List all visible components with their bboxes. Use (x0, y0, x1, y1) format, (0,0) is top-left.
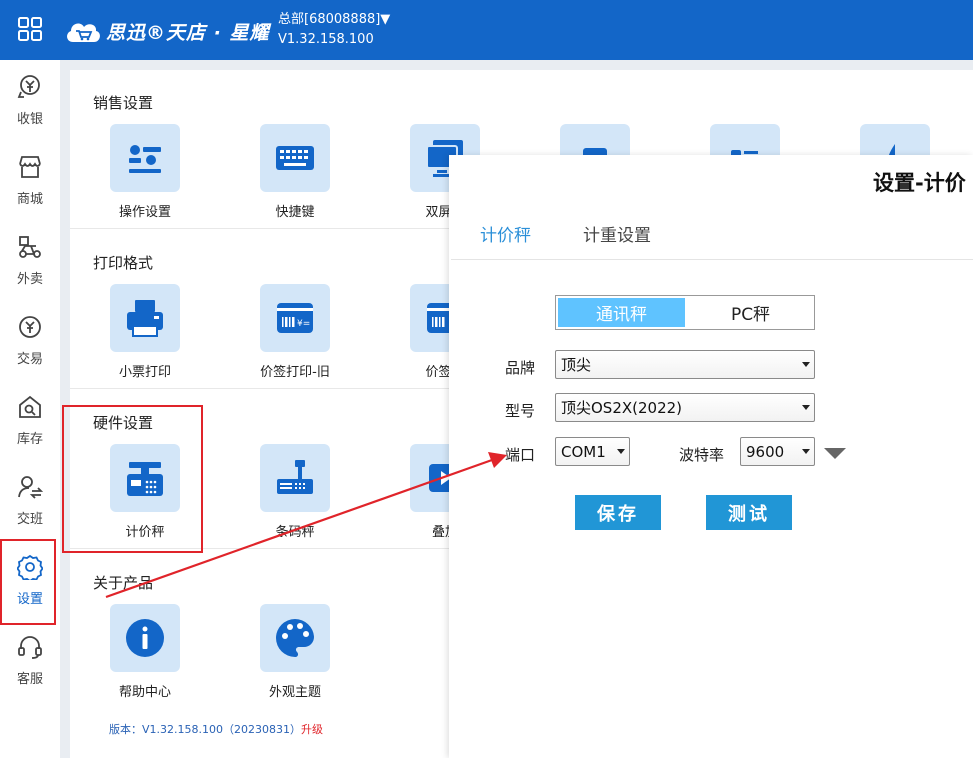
dialog-title: 设置-计价 (873, 171, 966, 195)
sidebar-item-service[interactable]: 客服 (0, 620, 60, 700)
version-text: 版本：V1.32.158.100（20230831） (109, 723, 301, 736)
chevron-down-icon (802, 362, 810, 367)
tile-receipt-print[interactable]: 小票打印 (70, 284, 220, 384)
sidebar-item-inventory[interactable]: 库存 (0, 380, 60, 460)
sidebar-label: 商城 (16, 191, 43, 207)
baud-value: 9600 (746, 442, 785, 461)
port-value: COM1 (561, 442, 606, 461)
sidebar-label: 客服 (16, 671, 43, 687)
test-button[interactable]: 测试 (706, 495, 792, 530)
sidebar-label: 外卖 (16, 271, 43, 287)
tile-appearance-theme[interactable]: 外观主题 (220, 604, 370, 704)
tile-label-print-old[interactable]: ¥= 价签打印-旧 (220, 284, 370, 384)
tab-weighing-settings[interactable]: 计重设置 (583, 221, 651, 246)
sidebar-label: 交易 (16, 351, 43, 367)
version-footer: 版本：V1.32.158.100（20230831）升级 (109, 721, 323, 737)
sidebar-item-transaction[interactable]: 交易 (0, 300, 60, 380)
brand-name: 思迅®天店 · 星耀 (106, 21, 270, 44)
shop-icon (19, 155, 41, 178)
store-selector[interactable]: 总部[68008888]▼ (278, 10, 390, 30)
sidebar: 收银 商城 外卖 交易 库存 交班 设置 客服 (0, 60, 60, 758)
svg-text:¥=: ¥= (297, 319, 310, 329)
section-title-sales: 销售设置 (93, 94, 154, 112)
section-title-about: 关于产品 (93, 574, 154, 592)
keyboard-icon (276, 146, 314, 170)
sidebar-item-shop[interactable]: 商城 (0, 140, 60, 220)
printer-icon (127, 300, 163, 337)
tile-label: 价签打印-旧 (260, 365, 330, 380)
model-value: 顶尖OS2X(2022) (561, 399, 683, 417)
store-info[interactable]: 总部[68008888]▼ V1.32.158.100 (278, 10, 390, 50)
section-title-print: 打印格式 (93, 254, 154, 272)
inventory-icon (19, 395, 41, 418)
cloud-cart-icon (67, 23, 100, 42)
palette-icon (276, 619, 314, 657)
info-icon (126, 619, 164, 657)
sidebar-label: 收银 (16, 111, 43, 127)
highlight-box-settings (0, 539, 56, 625)
cashier-icon (17, 74, 40, 98)
tile-label: 条码秤 (275, 525, 315, 540)
dialog-tabs: 计价秤 计重设置 (449, 215, 973, 259)
sidebar-label: 交班 (16, 511, 43, 527)
upgrade-link[interactable]: 升级 (301, 723, 323, 736)
tile-operation-settings[interactable]: 操作设置 (70, 124, 220, 224)
barcode-scale-icon (277, 460, 313, 494)
sidebar-label: 库存 (16, 431, 43, 447)
baud-select[interactable]: 9600 (740, 437, 815, 466)
comm-scale-option[interactable]: 通讯秤 (558, 298, 685, 327)
top-header: 思迅®天店 · 星耀 总部[68008888]▼ V1.32.158.100 (0, 0, 973, 60)
tile-help-center[interactable]: 帮助中心 (70, 604, 220, 704)
transaction-icon (19, 315, 41, 338)
port-label: 端口 (505, 446, 536, 464)
app-version: V1.32.158.100 (278, 32, 374, 47)
headset-icon (18, 635, 42, 659)
baud-label: 波特率 (679, 446, 725, 464)
delivery-icon (19, 235, 41, 258)
scale-settings-dialog: 设置-计价 计价秤 计重设置 通讯秤 PC秤 品牌 顶尖 型号 顶尖OS2X(2… (449, 155, 973, 758)
model-label: 型号 (505, 402, 536, 420)
chevron-down-icon (617, 449, 625, 454)
price-tag-icon: ¥= (277, 303, 313, 333)
pc-scale-option[interactable]: PC秤 (687, 296, 814, 329)
brand-value: 顶尖 (561, 356, 592, 374)
tile-shortcut-keys[interactable]: 快捷键 (220, 124, 370, 224)
scale-type-toggle: 通讯秤 PC秤 (555, 295, 815, 330)
tile-label: 操作设置 (118, 205, 171, 220)
chevron-down-icon (802, 449, 810, 454)
brand-select[interactable]: 顶尖 (555, 350, 815, 379)
tile-label: 小票打印 (118, 365, 171, 380)
port-select[interactable]: COM1 (555, 437, 630, 466)
tabs-divider (451, 259, 973, 260)
brand-label: 品牌 (505, 359, 536, 377)
expand-triangle-icon[interactable] (824, 448, 846, 459)
sidebar-item-shift[interactable]: 交班 (0, 460, 60, 540)
app-grid-icon[interactable] (17, 16, 43, 42)
settings-list-icon (129, 145, 161, 173)
save-button[interactable]: 保存 (575, 495, 661, 530)
highlight-box-pricing-scale (62, 405, 203, 553)
model-select[interactable]: 顶尖OS2X(2022) (555, 393, 815, 422)
sidebar-item-cashier[interactable]: 收银 (0, 60, 60, 140)
tile-label: 外观主题 (268, 685, 321, 700)
brand-logo: 思迅®天店 · 星耀 (64, 15, 269, 47)
tab-pricing-scale[interactable]: 计价秤 (480, 221, 531, 246)
shift-icon (18, 475, 43, 499)
sidebar-item-delivery[interactable]: 外卖 (0, 220, 60, 300)
chevron-down-icon (802, 405, 810, 410)
tile-barcode-scale[interactable]: 条码秤 (220, 444, 370, 544)
tile-label: 帮助中心 (118, 685, 171, 700)
tile-label: 快捷键 (275, 205, 315, 220)
